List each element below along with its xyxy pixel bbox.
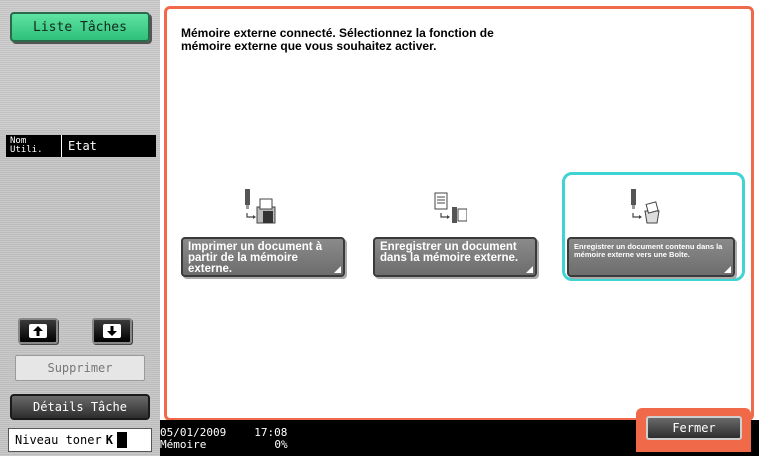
usb-to-box-icon [629, 189, 663, 236]
toner-level-label: Niveau toner [15, 433, 102, 447]
dialog-message: Mémoire externe connecté. Sélectionnez l… [181, 26, 494, 53]
scroll-up-button[interactable] [18, 318, 58, 344]
function-save-memory-to-box-label: Enregistrer un document contenu dans la … [574, 242, 723, 259]
toner-bar-icon [116, 432, 127, 448]
close-button-label: Fermer [672, 421, 716, 435]
external-memory-dialog: Mémoire externe connecté. Sélectionnez l… [164, 6, 754, 421]
left-panel: Liste Tâches Nom Utili. Etat Supprimer D… [0, 0, 160, 456]
toner-color-letter: K [105, 433, 113, 447]
scroll-down-button[interactable] [92, 318, 132, 344]
usb-to-printer-icon [243, 189, 277, 236]
function-save-memory-to-box-button[interactable]: Enregistrer un document contenu dans la … [567, 237, 735, 277]
job-details-button[interactable]: Détails Tâche [10, 394, 150, 420]
delete-button[interactable]: Supprimer [15, 355, 145, 381]
function-print-from-memory-label: Imprimer un document à partir de la mémo… [188, 241, 323, 275]
delete-button-label: Supprimer [47, 361, 113, 375]
close-button-frame: Fermer [636, 408, 751, 452]
close-button[interactable]: Fermer [646, 416, 742, 440]
status-memory-label: Mémoire [160, 438, 207, 451]
column-user-name-label: Nom Utili. [10, 136, 43, 155]
column-status: Etat [68, 139, 97, 153]
job-list-button[interactable]: Liste Tâches [10, 12, 150, 42]
status-datetime: 05/01/2009 17:08 Mémoire 0% [160, 427, 288, 451]
arrow-down-icon [103, 324, 121, 338]
status-memory-value: 0% [274, 438, 288, 451]
toner-level: Niveau toner K [8, 428, 152, 452]
function-save-to-memory-label: Enregistrer un document dans la mémoire … [380, 241, 519, 264]
function-print-from-memory-button[interactable]: Imprimer un document à partir de la mémo… [181, 237, 345, 277]
function-save-to-memory-button[interactable]: Enregistrer un document dans la mémoire … [373, 237, 537, 277]
column-user-name: Nom Utili. [6, 135, 62, 157]
job-details-button-label: Détails Tâche [33, 400, 127, 414]
job-list-column-header: Nom Utili. Etat [6, 135, 156, 157]
arrow-up-icon [29, 324, 47, 338]
document-to-usb-icon [433, 189, 468, 236]
status-bar: 05/01/2009 17:08 Mémoire 0% Fermer [160, 408, 759, 456]
job-list-button-label: Liste Tâches [33, 19, 127, 35]
